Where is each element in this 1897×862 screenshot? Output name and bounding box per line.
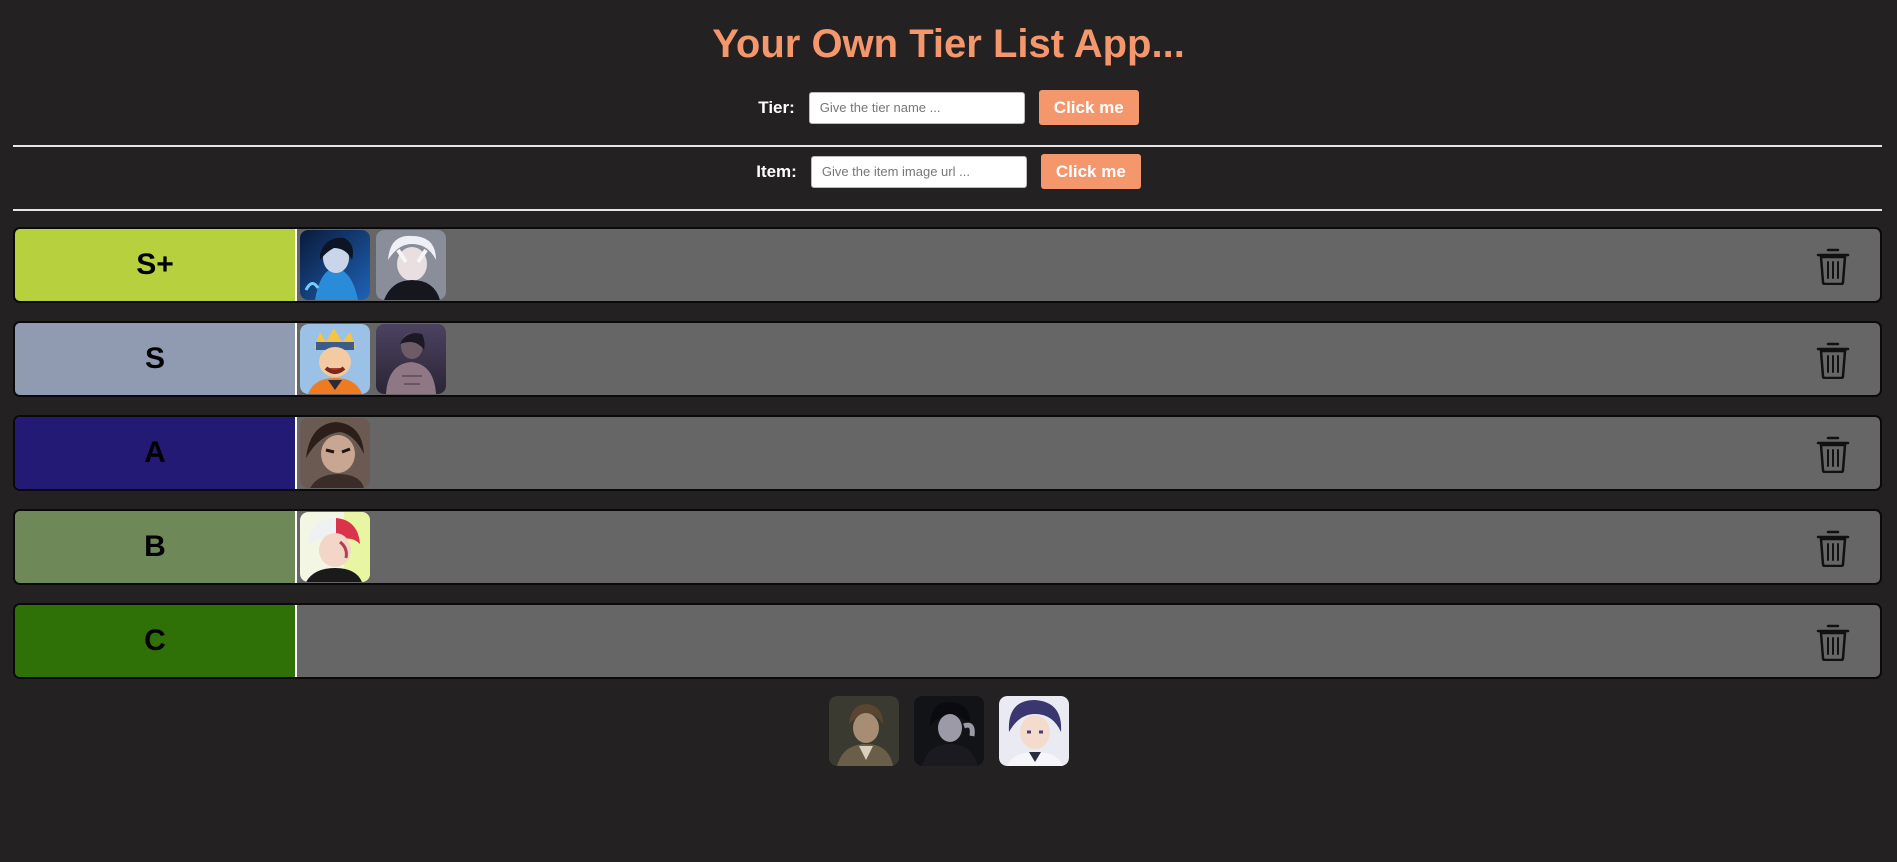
item-image-red-white-haired-character[interactable] <box>300 512 370 582</box>
tier-form: Tier: Click me <box>0 90 1897 125</box>
trash-icon[interactable] <box>1816 435 1850 473</box>
trash-icon[interactable] <box>1816 623 1850 661</box>
tier-label-s: S <box>15 323 297 395</box>
item-image-white-haired-character[interactable] <box>376 230 446 300</box>
tier-name-input[interactable] <box>808 91 1025 124</box>
tier-items[interactable] <box>297 323 446 395</box>
item-url-input[interactable] <box>810 155 1027 188</box>
add-item-button[interactable]: Click me <box>1040 154 1141 189</box>
item-image-blue-hooded-character[interactable] <box>300 230 370 300</box>
tier-items[interactable] <box>297 229 446 301</box>
trash-icon[interactable] <box>1816 341 1850 379</box>
add-tier-button[interactable]: Click me <box>1038 90 1139 125</box>
page-title: Your Own Tier List App... <box>712 22 1185 66</box>
tier-label-s-plus: S+ <box>15 229 297 301</box>
tier-row-s[interactable]: S <box>13 321 1882 397</box>
tier-row-b[interactable]: B <box>13 509 1882 585</box>
item-image-dark-shirtless-character[interactable] <box>376 324 446 394</box>
item-form: Item: Click me <box>0 154 1897 189</box>
trash-icon[interactable] <box>1816 247 1850 285</box>
tier-label-c: C <box>15 605 297 677</box>
item-image-black-haired-character[interactable] <box>913 696 984 766</box>
tier-list: S+ S A B C <box>13 227 1882 697</box>
tier-label-b: B <box>15 511 297 583</box>
tier-row-a[interactable]: A <box>13 415 1882 491</box>
tier-row-c[interactable]: C <box>13 603 1882 679</box>
tier-row-s-plus[interactable]: S+ <box>13 227 1882 303</box>
tier-label: Tier: <box>758 97 795 117</box>
unranked-items-pool[interactable] <box>0 696 1897 766</box>
item-image-purple-haired-character[interactable] <box>998 696 1069 766</box>
divider <box>13 145 1882 147</box>
tier-items[interactable] <box>297 605 300 677</box>
item-image-brown-haired-character[interactable] <box>300 418 370 488</box>
tier-items[interactable] <box>297 511 370 583</box>
divider <box>13 209 1882 211</box>
item-label: Item: <box>756 161 797 181</box>
trash-icon[interactable] <box>1816 529 1850 567</box>
tier-label-a: A <box>15 417 297 489</box>
tier-items[interactable] <box>297 417 370 489</box>
item-image-orange-ninja-character[interactable] <box>300 324 370 394</box>
item-image-brown-coat-character[interactable] <box>828 696 899 766</box>
